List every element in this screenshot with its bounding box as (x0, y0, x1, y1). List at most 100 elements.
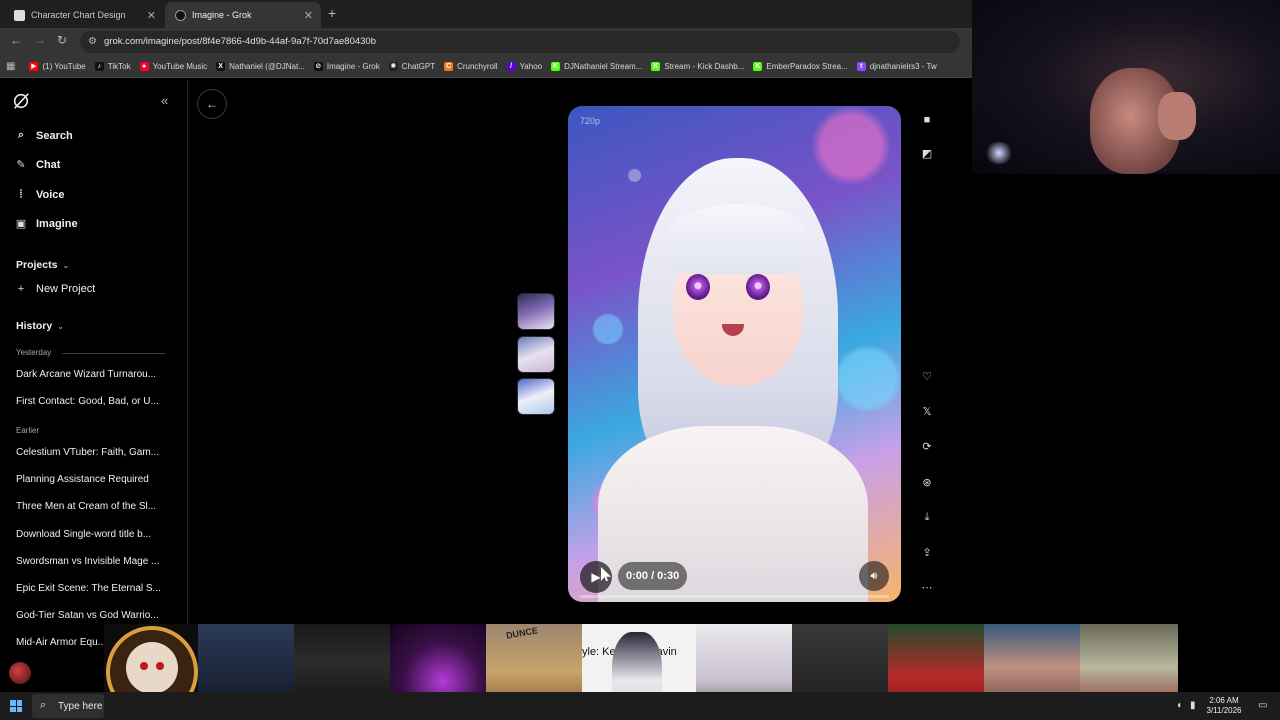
bookmark-label: DJNathaniel Stream... (564, 62, 643, 71)
site-info-icon[interactable]: ⚙ (88, 36, 97, 47)
bookmark-item[interactable]: t djnathanielrs3 - Tw (856, 62, 937, 71)
bookmark-item[interactable]: ♪ TikTok (94, 62, 131, 71)
projects-heading[interactable]: Projects ⌄ (16, 259, 69, 271)
browser-tab-imagine-grok[interactable]: Imagine - Grok ✕ (165, 2, 321, 28)
chatgpt-favicon-icon (14, 9, 25, 21)
bookmark-item[interactable]: K DJNathaniel Stream... (551, 62, 642, 71)
bookmark-favicon-icon: K (551, 62, 561, 71)
video-player[interactable]: 720p ▶ 0:00 / 0:30 🔊︎ (568, 106, 901, 602)
progress-bar[interactable] (580, 595, 889, 598)
tab-title: Imagine - Grok (192, 10, 252, 20)
image-edit-icon[interactable]: ◩ (918, 144, 936, 162)
sidebar-item-imagine[interactable]: ▣ Imagine (15, 217, 78, 231)
bookmark-item[interactable]: ▶ (1) YouTube (29, 62, 86, 71)
bookmark-item[interactable]: K Stream - Kick Dashb... (651, 62, 744, 71)
close-tab-icon[interactable]: ✕ (147, 9, 156, 22)
bookmark-favicon-icon: / (506, 62, 516, 71)
bookmark-favicon-icon: ⊘ (313, 62, 323, 71)
history-group-label: Earlier (16, 426, 40, 435)
back-arrow-icon: ← (206, 97, 218, 111)
windows-start-icon[interactable] (10, 700, 22, 712)
address-bar[interactable]: ⚙ grok.com/imagine/post/8f4e7866-4d9b-44… (80, 31, 960, 53)
thumbnail-image (518, 294, 554, 329)
thumbnail-variant-1[interactable] (517, 293, 555, 330)
thumbnail-variant-3[interactable] (517, 378, 555, 415)
history-item[interactable]: Celestium VTuber: Faith, Gam... (16, 447, 166, 458)
volume-button[interactable]: 🔊︎ (859, 561, 889, 591)
sidebar-item-label: Chat (36, 158, 61, 171)
projects-heading-label: Projects (16, 259, 58, 271)
grok-favicon-icon (175, 9, 186, 21)
play-icon: ▶ (591, 570, 601, 584)
speaker-tray-icon[interactable]: ◖ (1176, 700, 1182, 711)
history-item[interactable]: First Contact: Good, Bad, or U... (16, 396, 166, 407)
search-icon: ⌕ (40, 699, 47, 711)
close-tab-icon[interactable]: ✕ (304, 9, 313, 22)
microphone-tray-icon[interactable]: ▮ (1190, 700, 1196, 711)
sidebar-item-voice[interactable]: ⦙ Voice (15, 188, 65, 201)
taskbar-search[interactable]: ⌕ Type here (32, 694, 104, 718)
thumbnail-variant-2[interactable] (517, 336, 555, 373)
bookmark-favicon-icon: ✺ (388, 62, 398, 71)
bookmark-item[interactable]: ● YouTube Music (139, 62, 207, 71)
bookmark-item[interactable]: X Nathaniel (@DJNat... (216, 62, 305, 71)
video-controls: ▶ 0:00 / 0:30 🔊︎ (568, 552, 901, 602)
forward-arrow-icon[interactable]: → (34, 33, 46, 47)
bookmark-item[interactable]: ⊘ Imagine - Grok (313, 62, 380, 71)
thumbnail-image (518, 379, 554, 414)
bookmark-item[interactable]: / Yahoo (506, 62, 542, 71)
sidebar-item-search[interactable]: ⌕ Search (15, 129, 73, 142)
time-display: 0:00 / 0:30 (618, 562, 688, 590)
speaker-icon: 🔊︎ (870, 569, 878, 582)
share-icon[interactable]: ⇪ (918, 543, 936, 561)
grok-logo-icon[interactable] (12, 92, 30, 110)
reload-icon[interactable]: ↻ (57, 33, 67, 47)
webcam-overlay (972, 0, 1280, 174)
history-heading[interactable]: History ⌄ (16, 320, 64, 332)
more-icon[interactable]: ⋯ (918, 578, 936, 596)
collapse-sidebar-icon[interactable]: « (161, 93, 168, 108)
history-item[interactable]: Dark Arcane Wizard Turnarou... (16, 369, 166, 380)
apps-grid-icon[interactable]: ▦ (6, 61, 15, 72)
url-text: grok.com/imagine/post/8f4e7866-4d9b-44af… (104, 36, 377, 47)
play-button[interactable]: ▶ (580, 561, 612, 593)
bookmark-favicon-icon: C (444, 62, 454, 71)
browser-toolbar: ← → ↻ ⚙ grok.com/imagine/post/8f4e7866-4… (0, 28, 972, 56)
video-camera-icon[interactable]: ■ (918, 111, 936, 129)
character-bangs (666, 204, 810, 274)
sidebar-item-label: Search (36, 129, 73, 142)
history-item[interactable]: God-Tier Satan vs God Warrio... (16, 610, 166, 621)
new-project-button[interactable]: + New Project (15, 283, 96, 295)
bookmark-item[interactable]: C Crunchyroll (444, 62, 498, 71)
browser-tab-strip: Character Chart Design ✕ Imagine - Grok … (0, 0, 972, 28)
browser-tab-character-chart[interactable]: Character Chart Design ✕ (4, 2, 164, 28)
voice-wave-icon: ⦙ (19, 188, 23, 200)
bookmark-item[interactable]: ✺ ChatGPT (388, 62, 435, 71)
back-button[interactable]: ← (197, 89, 227, 119)
history-item[interactable]: Swordsman vs Invisible Mage ... (16, 556, 166, 567)
redo-icon[interactable]: ⟳ (918, 437, 936, 455)
plus-icon: + (17, 283, 25, 295)
history-item[interactable]: Three Men at Cream of the Sl... (16, 501, 166, 512)
notification-icon[interactable]: ▭ (1258, 700, 1267, 711)
dunce-hat-text: DUNCE (505, 625, 539, 641)
bookmark-label: Crunchyroll (457, 62, 498, 71)
user-avatar[interactable] (9, 662, 31, 684)
clock[interactable]: 2:06 AM 3/11/2026 (1202, 696, 1246, 716)
bookmark-favicon-icon: ● (139, 62, 149, 71)
taskbar-search-placeholder: Type here (58, 701, 103, 712)
x-share-icon[interactable]: 𝕏 (918, 402, 936, 420)
history-item[interactable]: Planning Assistance Required (16, 474, 166, 485)
bookmarks-bar: ▦ ▶ (1) YouTube ♪ TikTok ● YouTube Music X Nath… (0, 56, 972, 78)
history-item[interactable]: Download Single-word title b... (16, 529, 166, 540)
download-icon[interactable]: ⤓ (918, 508, 936, 526)
bookmark-favicon-icon: ▶ (29, 62, 39, 71)
new-tab-plus-icon[interactable]: + (328, 5, 336, 21)
remix-icon[interactable]: ⊛ (918, 473, 936, 491)
back-arrow-icon[interactable]: ← (10, 33, 22, 47)
bookmark-label: (1) YouTube (42, 62, 86, 71)
bookmark-item[interactable]: K EmberParadox Strea... (753, 62, 848, 71)
sidebar-item-chat[interactable]: ✎ Chat (15, 158, 61, 172)
heart-icon[interactable]: ♡ (918, 367, 936, 385)
history-item[interactable]: Epic Exit Scene: The Eternal S... (16, 583, 166, 594)
